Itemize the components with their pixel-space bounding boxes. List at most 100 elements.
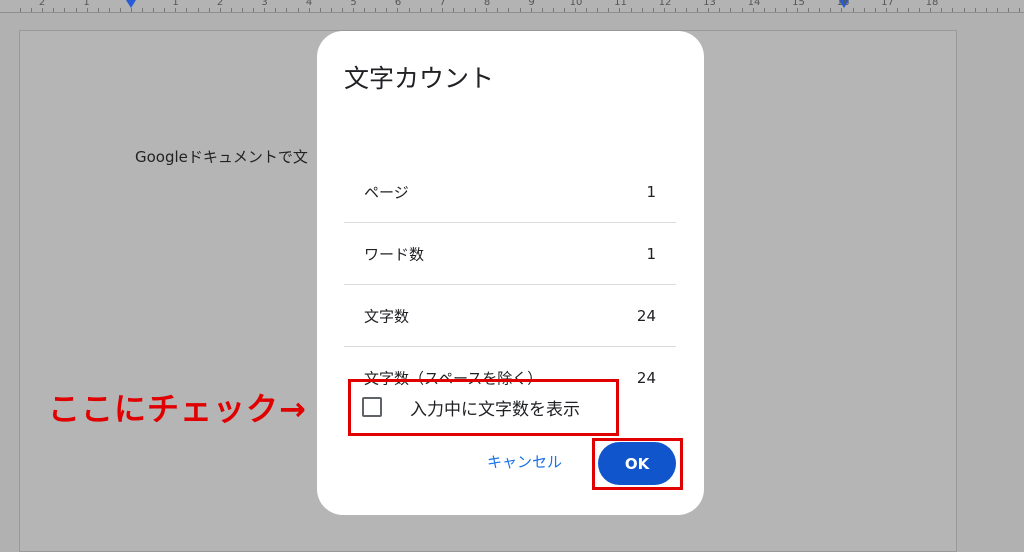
ruler-tick: [930, 8, 931, 12]
ruler-tick: [475, 8, 476, 12]
ruler-tick: [941, 8, 942, 12]
ruler-tick: [253, 8, 254, 12]
ruler-number: 14: [747, 0, 761, 8]
count-value: 1: [646, 244, 656, 263]
ruler-tick: [87, 8, 88, 12]
ruler-tick: [797, 8, 798, 12]
count-label: ワード数: [364, 245, 425, 263]
ruler-tick: [342, 8, 343, 12]
ruler-tick: [331, 8, 332, 12]
ruler-tick: [175, 8, 176, 12]
document-body-text[interactable]: Googleドキュメントで文: [135, 146, 325, 167]
ruler-tick: [764, 8, 765, 12]
ruler-tick: [753, 8, 754, 12]
ruler-tick: [1019, 8, 1020, 12]
ruler-tick: [908, 8, 909, 12]
ruler-tick: [109, 8, 110, 12]
ruler-tick: [675, 8, 676, 12]
ruler-tick: [131, 8, 132, 12]
ruler-tick: [386, 8, 387, 12]
ruler-tick: [275, 8, 276, 12]
ruler-tick: [231, 8, 232, 12]
ruler-tick: [708, 8, 709, 12]
ruler-tick: [353, 8, 354, 12]
ruler-tick: [431, 8, 432, 12]
ruler-number: 2: [216, 0, 224, 8]
count-value: 1: [646, 182, 656, 201]
ruler-tick: [531, 8, 532, 12]
ruler-tick: [686, 8, 687, 12]
ruler-tick: [142, 8, 143, 12]
ruler-tick: [952, 8, 953, 12]
ruler-tick: [286, 8, 287, 12]
count-label: ページ: [364, 183, 409, 201]
ruler-tick: [375, 8, 376, 12]
ruler-tick: [98, 8, 99, 12]
count-row-characters: 文字数 24: [344, 285, 676, 347]
annotation-callout: ここにチェック→: [48, 390, 307, 428]
ruler-tick: [742, 8, 743, 12]
count-value: 24: [636, 306, 656, 325]
ruler-tick: [830, 8, 831, 12]
ruler-number: 18: [925, 0, 939, 8]
count-label: 文字数: [364, 307, 410, 325]
ruler-tick: [20, 8, 21, 12]
cancel-button[interactable]: キャンセル: [487, 451, 562, 472]
ruler-tick: [841, 8, 842, 12]
ruler-number: 12: [658, 0, 672, 8]
ruler-tick: [986, 8, 987, 12]
ruler-tick: [486, 8, 487, 12]
ruler-tick: [886, 8, 887, 12]
ruler-tick: [664, 8, 665, 12]
ruler-number: 1: [83, 0, 90, 8]
ruler-tick: [298, 8, 299, 12]
ruler-tick: [53, 8, 54, 12]
ruler-tick: [397, 8, 398, 12]
ruler-tick: [919, 8, 920, 12]
ruler-tick: [242, 8, 243, 12]
ruler-tick: [442, 8, 443, 12]
ruler-tick: [564, 8, 565, 12]
ruler-number: 7: [439, 0, 446, 8]
ruler-tick: [364, 8, 365, 12]
count-row-words: ワード数 1: [344, 223, 676, 285]
ruler-tick: [320, 8, 321, 12]
horizontal-ruler[interactable]: 2 1 1 2 3 4 5 6 7 8 9 10 11 12 13 14 15 16 17 18: [0, 0, 1024, 13]
ruler-number: 4: [305, 0, 313, 8]
ruler-tick: [220, 8, 221, 12]
ruler-tick: [642, 8, 643, 12]
ruler-tick: [975, 8, 976, 12]
ruler-tick: [997, 8, 998, 12]
ok-highlight-box: [592, 438, 683, 490]
count-row-pages: ページ 1: [344, 161, 676, 223]
ruler-tick: [420, 8, 421, 12]
ruler-tick: [586, 8, 587, 12]
ruler-number: 8: [483, 0, 491, 8]
ruler-tick: [875, 8, 876, 12]
ruler-tick: [198, 8, 199, 12]
left-indent-marker[interactable]: [126, 0, 136, 8]
ruler-tick: [897, 8, 898, 12]
ruler-number: 13: [703, 0, 716, 8]
word-count-list: ページ 1 ワード数 1 文字数 24 文字数（スペースを除く） 24: [344, 161, 676, 408]
ruler-number: 1: [172, 0, 179, 8]
ruler-tick: [1008, 8, 1009, 12]
ruler-tick: [964, 8, 965, 12]
ruler-tick: [42, 8, 43, 12]
ruler-tick: [76, 8, 77, 12]
ruler-tick: [631, 8, 632, 12]
ruler-tick: [186, 8, 187, 12]
ruler-tick: [819, 8, 820, 12]
ruler-number: 6: [394, 0, 402, 8]
checkbox-highlight-box: [348, 379, 619, 436]
dialog-title: 文字カウント: [344, 64, 495, 93]
ruler-tick: [464, 8, 465, 12]
ruler-tick: [453, 8, 454, 12]
ruler-number: 16: [836, 0, 850, 8]
ruler-tick: [553, 8, 554, 12]
ruler-tick: [508, 8, 509, 12]
ruler-tick: [730, 8, 731, 12]
ruler-tick: [597, 8, 598, 12]
ruler-tick: [120, 8, 121, 12]
ruler-tick: [864, 8, 865, 12]
